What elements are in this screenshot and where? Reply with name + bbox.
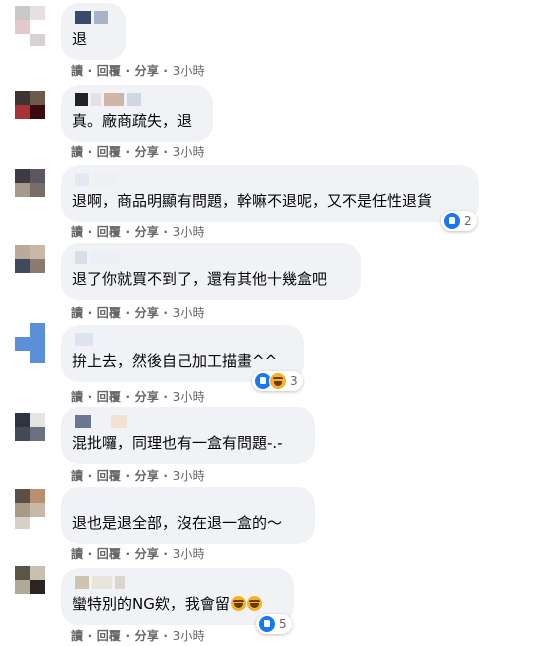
share-link[interactable]: 分享 bbox=[135, 306, 159, 320]
timestamp[interactable]: 3小時 bbox=[173, 64, 205, 78]
comment-actions: 讀 · 回覆 · 分享 · 3小時 bbox=[71, 225, 205, 239]
comment-item: 真。廠商疏失，退 讀 · 回覆 · 分享 · 3小時 bbox=[0, 83, 542, 163]
share-link[interactable]: 分享 bbox=[135, 629, 159, 643]
reply-link[interactable]: 回覆 bbox=[97, 225, 121, 239]
comment-bubble: 退啊，商品明顯有問題，幹嘛不退呢，又不是任性退貨 bbox=[61, 165, 479, 222]
comment-item: 退也是退全部，沒在退一盒的～ 讀 · 回覆 · 分享 · 3小時 bbox=[0, 485, 542, 565]
avatar[interactable] bbox=[15, 6, 45, 46]
comment-text: 退也是退全部，沒在退一盒的～ bbox=[72, 514, 283, 532]
commenter-name-blurred[interactable] bbox=[75, 251, 120, 265]
reply-link[interactable]: 回覆 bbox=[97, 306, 121, 320]
read-link[interactable]: 讀 bbox=[71, 547, 83, 561]
reaction-count: 5 bbox=[279, 617, 287, 631]
reaction-count: 2 bbox=[464, 214, 472, 228]
comment-actions: 讀 · 回覆 · 分享 · 3小時 bbox=[71, 547, 205, 561]
reply-link[interactable]: 回覆 bbox=[97, 547, 121, 561]
commenter-name-blurred[interactable] bbox=[75, 495, 105, 509]
timestamp[interactable]: 3小時 bbox=[173, 469, 205, 483]
commenter-name-blurred[interactable] bbox=[75, 173, 118, 187]
timestamp[interactable]: 3小時 bbox=[173, 145, 205, 159]
comment-bubble: 真。廠商疏失，退 bbox=[61, 85, 213, 142]
avatar[interactable] bbox=[15, 245, 45, 285]
comment-text: 退了你就買不到了，還有其他十幾盒吧 bbox=[72, 270, 328, 288]
read-link[interactable]: 讀 bbox=[71, 306, 83, 320]
comment-actions: 讀 · 回覆 · 分享 · 3小時 bbox=[71, 390, 205, 404]
comment-item: 蠻特別的NG欸，我會留 5 讀 · 回覆 · 分享 · 3小時 bbox=[0, 566, 542, 646]
comment-bubble: 退 bbox=[61, 3, 126, 60]
avatar[interactable] bbox=[15, 323, 45, 363]
read-link[interactable]: 讀 bbox=[71, 629, 83, 643]
comment-text: 混批囉，同理也有一盒有問題-.- bbox=[72, 434, 283, 452]
commenter-name-blurred[interactable] bbox=[75, 333, 120, 347]
like-icon bbox=[258, 615, 276, 633]
comment-actions: 讀 · 回覆 · 分享 · 3小時 bbox=[71, 629, 205, 643]
reaction-count: 3 bbox=[290, 374, 298, 388]
avatar[interactable] bbox=[15, 169, 45, 209]
share-link[interactable]: 分享 bbox=[135, 64, 159, 78]
read-link[interactable]: 讀 bbox=[71, 145, 83, 159]
reply-link[interactable]: 回覆 bbox=[97, 64, 121, 78]
reaction-summary[interactable]: 2 bbox=[441, 211, 477, 231]
commenter-name-blurred[interactable] bbox=[75, 576, 125, 590]
commenter-name-blurred[interactable] bbox=[75, 415, 127, 429]
timestamp[interactable]: 3小時 bbox=[173, 547, 205, 561]
reaction-summary[interactable]: 5 bbox=[256, 614, 292, 634]
commenter-name-blurred[interactable] bbox=[75, 93, 141, 107]
read-link[interactable]: 讀 bbox=[71, 469, 83, 483]
haha-emoji bbox=[246, 596, 262, 611]
read-link[interactable]: 讀 bbox=[71, 225, 83, 239]
share-link[interactable]: 分享 bbox=[135, 390, 159, 404]
like-icon bbox=[443, 212, 461, 230]
comment-bubble: 混批囉，同理也有一盒有問題-.- bbox=[61, 407, 315, 464]
comment-bubble: 退了你就買不到了，還有其他十幾盒吧 bbox=[61, 243, 361, 300]
comment-text: 蠻特別的NG欸，我會留 bbox=[72, 594, 262, 614]
share-link[interactable]: 分享 bbox=[135, 547, 159, 561]
comment-item: 退啊，商品明顯有問題，幹嘛不退呢，又不是任性退貨 2 讀 · 回覆 · 分享 ·… bbox=[0, 163, 542, 243]
comment-item: 拚上去，然後自己加工描畫^^ 3 讀 · 回覆 · 分享 · 3小時 bbox=[0, 323, 542, 404]
haha-emoji bbox=[230, 596, 246, 611]
share-link[interactable]: 分享 bbox=[135, 469, 159, 483]
commenter-name-blurred[interactable] bbox=[75, 11, 108, 25]
reply-link[interactable]: 回覆 bbox=[97, 629, 121, 643]
timestamp[interactable]: 3小時 bbox=[173, 225, 205, 239]
comment-actions: 讀 · 回覆 · 分享 · 3小時 bbox=[71, 306, 205, 320]
comment-actions: 讀 · 回覆 · 分享 · 3小時 bbox=[71, 469, 205, 483]
reply-link[interactable]: 回覆 bbox=[97, 390, 121, 404]
reply-link[interactable]: 回覆 bbox=[97, 469, 121, 483]
comment-item: 混批囉，同理也有一盒有問題-.- 讀 · 回覆 · 分享 · 3小時 bbox=[0, 405, 542, 485]
reaction-summary[interactable]: 3 bbox=[252, 371, 303, 391]
comment-text: 真。廠商疏失，退 bbox=[72, 112, 193, 130]
comment-text: 拚上去，然後自己加工描畫^^ bbox=[72, 352, 278, 370]
comment-bubble: 退也是退全部，沒在退一盒的～ bbox=[61, 487, 315, 544]
avatar[interactable] bbox=[15, 489, 45, 529]
avatar[interactable] bbox=[15, 413, 45, 453]
timestamp[interactable]: 3小時 bbox=[173, 390, 205, 404]
share-link[interactable]: 分享 bbox=[135, 225, 159, 239]
avatar[interactable] bbox=[15, 566, 45, 606]
comment-item: 退了你就買不到了，還有其他十幾盒吧 讀 · 回覆 · 分享 · 3小時 bbox=[0, 243, 542, 323]
comment-text: 退啊，商品明顯有問題，幹嘛不退呢，又不是任性退貨 bbox=[72, 192, 433, 210]
haha-icon bbox=[269, 372, 287, 390]
share-link[interactable]: 分享 bbox=[135, 145, 159, 159]
comment-text: 退 bbox=[72, 30, 88, 48]
reply-link[interactable]: 回覆 bbox=[97, 145, 121, 159]
comment-actions: 讀 · 回覆 · 分享 · 3小時 bbox=[71, 145, 205, 159]
comment-actions: 讀 · 回覆 · 分享 · 3小時 bbox=[71, 64, 205, 78]
comment-item: 退 讀 · 回覆 · 分享 · 3小時 bbox=[0, 0, 542, 80]
read-link[interactable]: 讀 bbox=[71, 64, 83, 78]
timestamp[interactable]: 3小時 bbox=[173, 306, 205, 320]
read-link[interactable]: 讀 bbox=[71, 390, 83, 404]
avatar[interactable] bbox=[15, 91, 45, 131]
timestamp[interactable]: 3小時 bbox=[173, 629, 205, 643]
